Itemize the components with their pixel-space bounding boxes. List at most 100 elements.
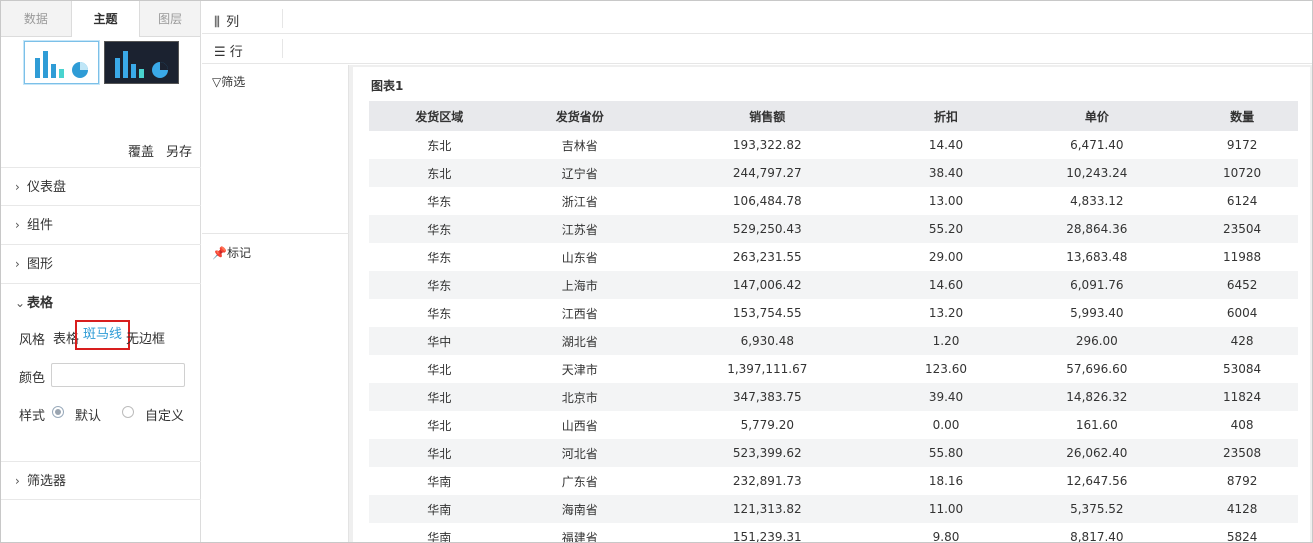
table-cell: 53084 [1186,355,1298,383]
table-cell: 6,471.40 [1007,131,1187,159]
style-option-zebra[interactable]: 斑马线 [75,320,131,350]
section-filter[interactable]: › 筛选器 [1,461,201,500]
column-header[interactable]: 销售额 [650,101,885,131]
table-cell: 辽宁省 [509,159,650,187]
table-row[interactable]: 东北 辽宁省 244,797.27 38.40 10,243.24 10720 [369,159,1298,187]
style-option-borderless[interactable]: 无边框 [126,328,165,347]
table-cell: 北京市 [509,383,650,411]
table-row[interactable]: 华东 上海市 147,006.42 14.60 6,091.76 6452 [369,271,1298,299]
table-cell: 529,250.43 [650,215,885,243]
table-cell: 华东 [369,187,510,215]
save-as-button[interactable]: 另存 [166,141,192,160]
table-cell: 5,375.52 [1007,495,1187,523]
table-cell: 吉林省 [509,131,650,159]
columns-shelf[interactable]: ⫼ 列 [202,3,1312,34]
table-cell: 161.60 [1007,411,1187,439]
table-cell: 江苏省 [509,215,650,243]
dark-theme-thumbnail[interactable] [104,41,179,84]
section-label: 筛选器 [27,474,67,489]
table-cell: 华东 [369,215,510,243]
radio-default[interactable] [52,406,64,418]
filter-drop-zone[interactable]: ▽筛选 [212,73,245,90]
table-cell: 4,833.12 [1007,187,1187,215]
tab-theme[interactable]: 主题 [70,1,141,37]
table-row[interactable]: 华东 山东省 263,231.55 29.00 13,683.48 11988 [369,243,1298,271]
radio-default-label: 默认 [75,409,102,424]
shelf-area: ⫼ 列 ☰ 行 [202,1,1312,65]
column-header[interactable]: 发货省份 [509,101,650,131]
table-row[interactable]: 华北 北京市 347,383.75 39.40 14,826.32 11824 [369,383,1298,411]
tab-layers[interactable]: 图层 [140,1,200,37]
chevron-right-icon: › [15,180,20,194]
table-cell: 29.00 [884,243,1008,271]
table-row[interactable]: 华南 福建省 151,239.31 9.80 8,817.40 5824 [369,523,1298,542]
table-cell: 26,062.40 [1007,439,1187,467]
table-row[interactable]: 华北 天津市 1,397,111.67 123.60 57,696.60 53084 [369,355,1298,383]
table-cell: 5,779.20 [650,411,885,439]
chart-title: 图表1 [371,79,404,93]
column-header[interactable]: 发货区域 [369,101,510,131]
data-table: 发货区域 发货省份 销售额 折扣 单价 数量 东北 吉林省 193,322.82 14.40 6,… [369,101,1298,542]
table-cell: 江西省 [509,299,650,327]
table-row[interactable]: 华南 广东省 232,891.73 18.16 12,647.56 8792 [369,467,1298,495]
table-cell: 13,683.48 [1007,243,1187,271]
tab-data[interactable]: 数据 [1,1,71,37]
table-cell: 11824 [1186,383,1298,411]
color-field[interactable] [51,363,185,387]
column-header[interactable]: 数量 [1186,101,1298,131]
table-cell: 57,696.60 [1007,355,1187,383]
table-body: 东北 吉林省 193,322.82 14.40 6,471.40 9172 东北 辽宁省 244… [369,131,1298,542]
marks-panel: ▽筛选 📌标记 [202,65,349,542]
table-cell: 523,399.62 [650,439,885,467]
table-cell: 55.80 [884,439,1008,467]
panel-tabs: 数据 主题 图层 [1,1,200,37]
table-cell: 9172 [1186,131,1298,159]
table-row[interactable]: 华东 江西省 153,754.55 13.20 5,993.40 6004 [369,299,1298,327]
table-row[interactable]: 东北 吉林省 193,322.82 14.40 6,471.40 9172 [369,131,1298,159]
section-graphics[interactable]: › 图形 [1,245,201,284]
chevron-down-icon: ⌄ [15,296,26,310]
table-cell: 6124 [1186,187,1298,215]
chart-card[interactable]: 图表1 发货区域 发货省份 销售额 折扣 单价 数量 东北 吉林省 193,322.82 14.… [353,67,1310,542]
table-cell: 11988 [1186,243,1298,271]
table-cell: 6,091.76 [1007,271,1187,299]
table-cell: 山西省 [509,411,650,439]
section-component[interactable]: › 组件 [1,206,201,245]
table-row[interactable]: 华东 江苏省 529,250.43 55.20 28,864.36 23504 [369,215,1298,243]
table-row[interactable]: 华北 山西省 5,779.20 0.00 161.60 408 [369,411,1298,439]
table-cell: 华北 [369,383,510,411]
table-cell: 55.20 [884,215,1008,243]
table-cell: 28,864.36 [1007,215,1187,243]
table-row[interactable]: 华南 海南省 121,313.82 11.00 5,375.52 4128 [369,495,1298,523]
columns-icon: ⫼ [214,15,227,30]
section-dashboard[interactable]: › 仪表盘 [1,167,201,206]
table-row[interactable]: 华中 湖北省 6,930.48 1.20 296.00 428 [369,327,1298,355]
table-cell: 12,647.56 [1007,467,1187,495]
table-row[interactable]: 华北 河北省 523,399.62 55.80 26,062.40 23508 [369,439,1298,467]
light-theme-thumbnail[interactable] [24,41,99,84]
column-header[interactable]: 折扣 [884,101,1008,131]
table-cell: 10,243.24 [1007,159,1187,187]
table-cell: 6,930.48 [650,327,885,355]
table-cell: 121,313.82 [650,495,885,523]
table-row[interactable]: 华东 浙江省 106,484.78 13.00 4,833.12 6124 [369,187,1298,215]
table-cell: 6452 [1186,271,1298,299]
table-cell: 5,993.40 [1007,299,1187,327]
marks-drop-zone[interactable]: 📌标记 [212,244,251,261]
table-cell: 广东省 [509,467,650,495]
table-header-row: 发货区域 发货省份 销售额 折扣 单价 数量 [369,101,1298,131]
table-cell: 296.00 [1007,327,1187,355]
table-cell: 0.00 [884,411,1008,439]
radio-custom[interactable] [122,406,134,418]
table-cell: 4128 [1186,495,1298,523]
column-header[interactable]: 单价 [1007,101,1187,131]
radio-custom-label: 自定义 [145,409,185,424]
section-table[interactable]: ⌄ 表格 [1,284,201,323]
pin-icon: 📌 [212,246,227,260]
rows-shelf-label: ☰ 行 [214,45,243,60]
table-cell: 14.60 [884,271,1008,299]
table-cell: 8792 [1186,467,1298,495]
table-cell: 10720 [1186,159,1298,187]
rows-shelf[interactable]: ☰ 行 [202,33,1312,64]
overwrite-button[interactable]: 覆盖 [128,141,154,160]
